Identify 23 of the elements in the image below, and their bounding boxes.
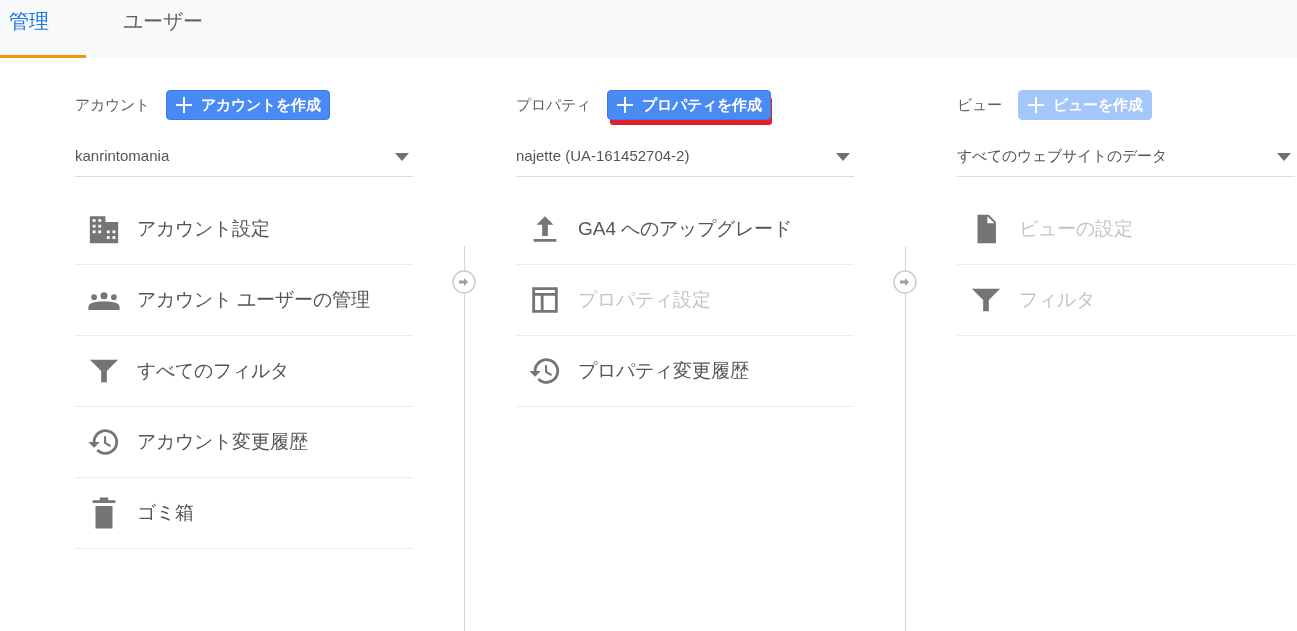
caret-icon — [1277, 152, 1291, 161]
menu-item[interactable]: アカウント ユーザーの管理 — [75, 265, 413, 336]
column-label: ビュー — [957, 94, 1002, 115]
menu-item[interactable]: すべてのフィルタ — [75, 336, 413, 407]
arrow-circle-icon[interactable] — [452, 270, 476, 294]
caret-icon — [395, 152, 409, 161]
column-label: プロパティ — [516, 94, 591, 115]
menu-item[interactable]: GA4 へのアップグレード — [516, 194, 854, 265]
menu-item[interactable]: ゴミ箱 — [75, 478, 413, 549]
plus-icon — [175, 96, 193, 114]
menu-item[interactable]: アカウント設定 — [75, 194, 413, 265]
caret-icon — [836, 152, 850, 161]
tab[interactable]: ユーザー — [114, 0, 234, 58]
column-label: アカウント — [75, 94, 150, 115]
arrow-circle-icon[interactable] — [893, 270, 917, 294]
tab[interactable]: 管理 — [0, 0, 86, 58]
dropdown-select[interactable]: kanrintomania — [75, 137, 413, 177]
dropdown-select[interactable]: すべてのウェブサイトのデータ — [957, 137, 1295, 177]
plus-icon — [1027, 96, 1045, 114]
menu-item[interactable]: プロパティ変更履歴 — [516, 336, 854, 407]
plus-icon — [616, 96, 634, 114]
dropdown-select[interactable]: najette (UA-161452704-2) — [516, 137, 854, 177]
menu-item[interactable]: アカウント変更履歴 — [75, 407, 413, 478]
